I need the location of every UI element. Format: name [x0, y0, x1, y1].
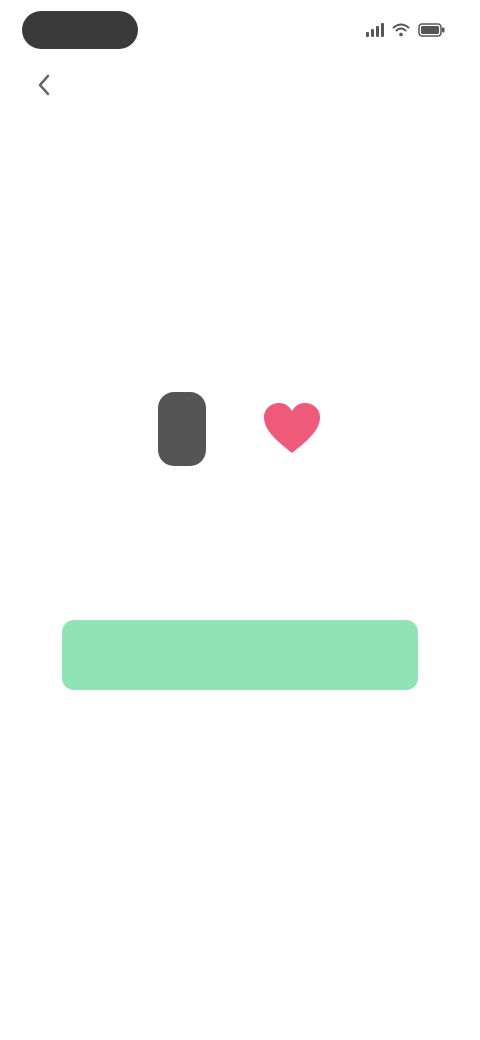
phone-icon: [158, 392, 206, 466]
primary-action-button[interactable]: [62, 620, 418, 690]
status-bar: [22, 10, 458, 50]
status-time: [22, 11, 138, 49]
signal-icon: [366, 23, 384, 37]
nav-header: [0, 62, 480, 112]
main-content: [24, 330, 456, 474]
battery-icon: [418, 23, 446, 37]
wifi-icon: [392, 23, 410, 37]
chevron-left-icon: [37, 74, 51, 101]
back-button[interactable]: [22, 70, 66, 104]
heart-icon: [262, 401, 322, 457]
status-icons: [366, 23, 446, 37]
illustration: [158, 384, 322, 474]
app-screen: [0, 0, 480, 1040]
